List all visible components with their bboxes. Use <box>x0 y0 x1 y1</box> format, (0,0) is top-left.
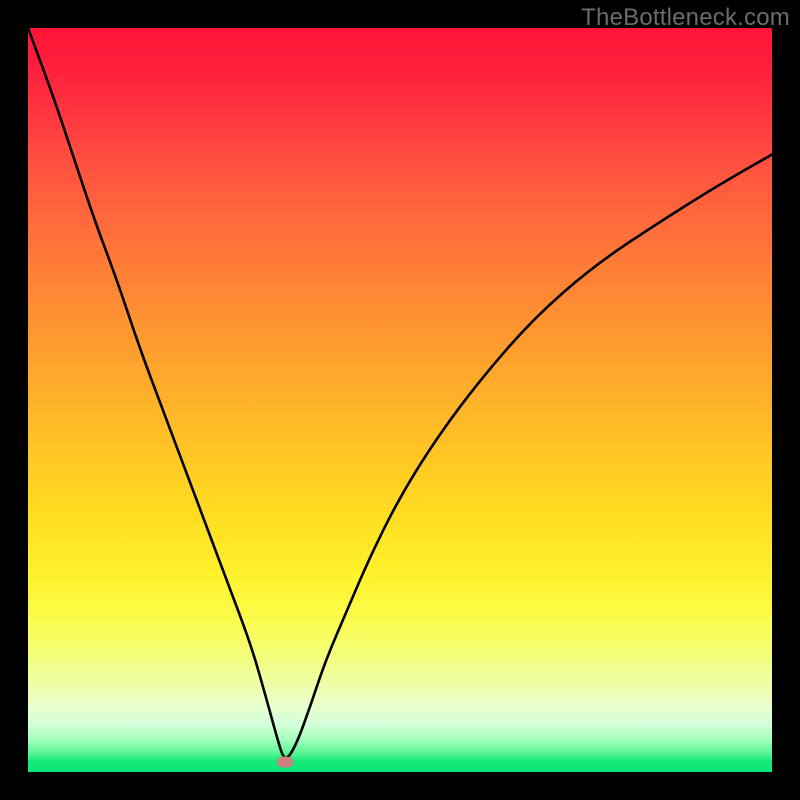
watermark-text: TheBottleneck.com <box>581 4 790 32</box>
chart-frame: TheBottleneck.com <box>0 0 800 800</box>
optimum-marker <box>277 757 293 768</box>
curve-layer <box>28 28 772 772</box>
bottleneck-curve <box>28 28 772 757</box>
plot-area <box>28 28 772 772</box>
